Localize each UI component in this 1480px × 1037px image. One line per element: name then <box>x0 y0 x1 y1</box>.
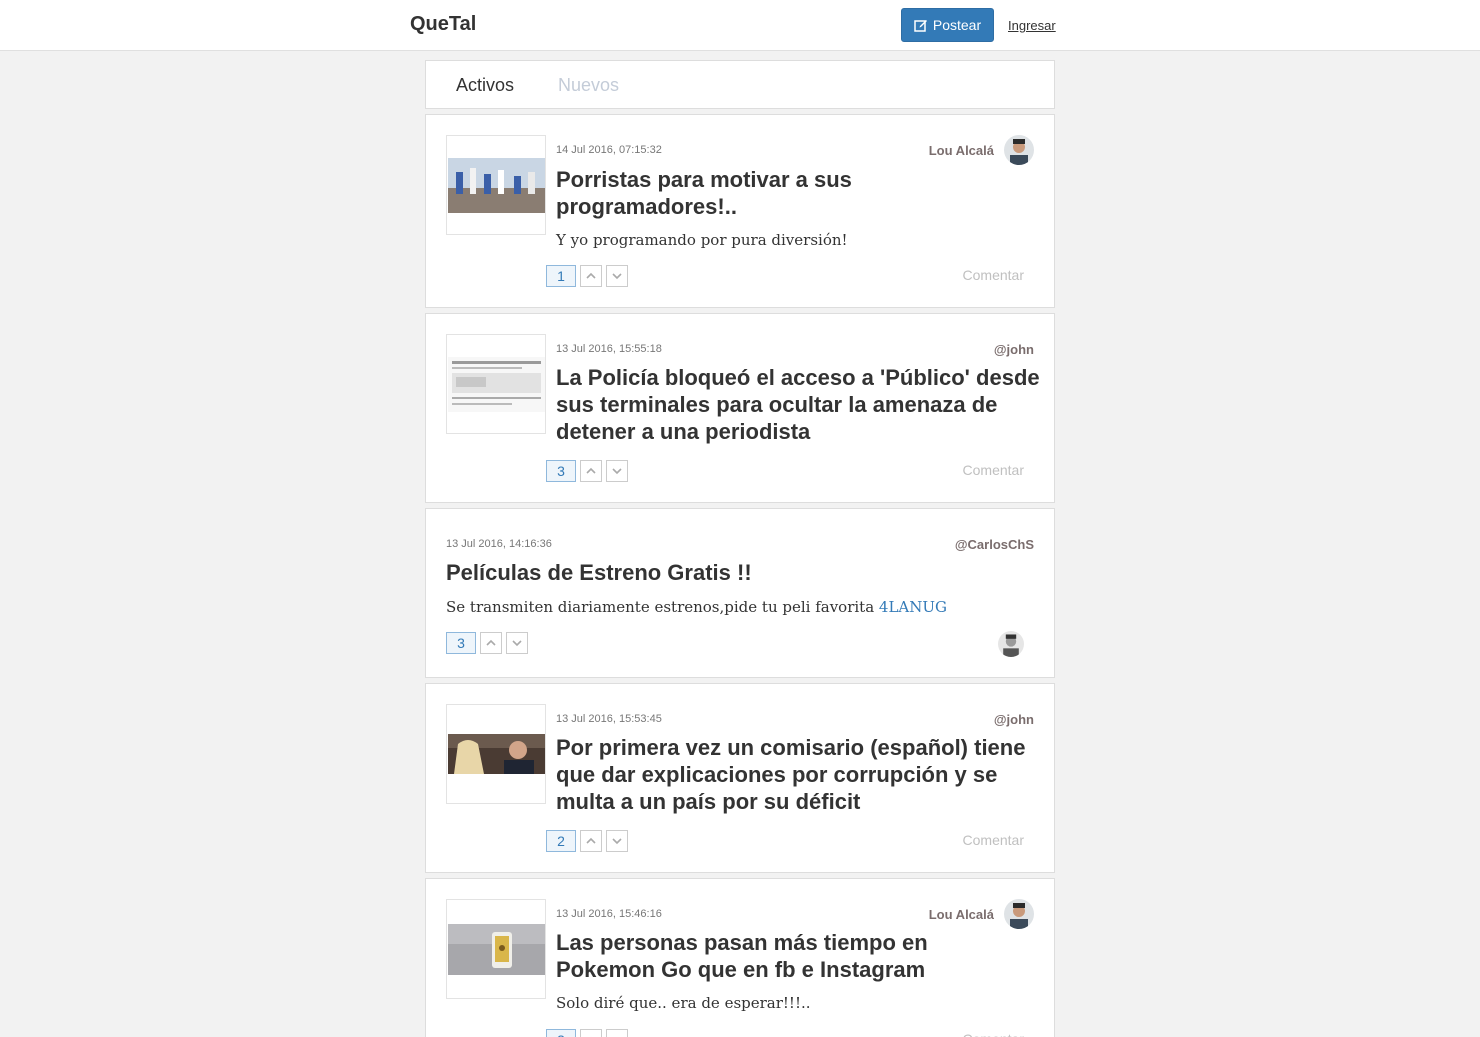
post-button-label: Postear <box>932 17 982 33</box>
post-card: 14 Jul 2016, 07:15:32 Lou Alcalá Porrist… <box>425 114 1055 308</box>
vote-controls: 2 <box>546 830 628 852</box>
post-thumbnail[interactable] <box>446 704 546 804</box>
downvote-button[interactable] <box>606 830 628 852</box>
post-title[interactable]: Películas de Estreno Gratis !! <box>446 559 1006 586</box>
post-author[interactable]: @john <box>994 712 1034 727</box>
upvote-button[interactable] <box>480 632 502 654</box>
post-title[interactable]: Por primera vez un comisario (español) t… <box>556 734 1041 815</box>
chevron-down-icon <box>612 468 622 475</box>
post-thumbnail[interactable] <box>446 899 546 999</box>
post-thumbnail[interactable] <box>446 334 546 434</box>
score-badge: 1 <box>546 265 576 287</box>
chevron-down-icon <box>612 273 622 280</box>
post-card: 13 Jul 2016, 15:55:18 @john La Policía b… <box>425 313 1055 503</box>
tab-nuevos[interactable]: Nuevos <box>558 75 619 96</box>
chevron-down-icon <box>612 838 622 845</box>
comment-link[interactable]: Comentar <box>963 267 1024 283</box>
login-link[interactable]: Ingresar <box>1008 18 1056 33</box>
post-thumbnail[interactable] <box>446 135 546 235</box>
downvote-button[interactable] <box>506 632 528 654</box>
comment-link[interactable]: Comentar <box>963 832 1024 848</box>
chevron-up-icon <box>586 467 596 474</box>
downvote-button[interactable] <box>606 265 628 287</box>
upvote-button[interactable] <box>580 830 602 852</box>
chevron-up-icon <box>586 272 596 279</box>
post-title[interactable]: Las personas pasan más tiempo en Pokemon… <box>556 929 956 983</box>
avatar[interactable] <box>1004 899 1034 929</box>
upvote-button[interactable] <box>580 265 602 287</box>
score-badge: 3 <box>446 632 476 654</box>
post-button[interactable]: Postear <box>901 8 994 42</box>
post-title[interactable]: La Policía bloqueó el acceso a 'Público'… <box>556 364 1041 445</box>
score-badge: 3 <box>546 460 576 482</box>
post-title[interactable]: Porristas para motivar a sus programador… <box>556 166 856 220</box>
edit-icon <box>914 20 927 32</box>
score-badge: 2 <box>546 830 576 852</box>
post-author[interactable]: Lou Alcalá <box>929 907 994 922</box>
post-date: 13 Jul 2016, 15:46:16 <box>556 908 662 920</box>
post-date: 13 Jul 2016, 15:53:45 <box>556 713 662 725</box>
post-body: Solo diré que.. era de esperar!!!.. <box>556 994 811 1012</box>
upvote-button[interactable] <box>580 1029 602 1037</box>
post-card: 13 Jul 2016, 15:53:45 @john Por primera … <box>425 683 1055 873</box>
post-card: 13 Jul 2016, 14:16:36 @CarlosChS Películ… <box>425 508 1055 678</box>
avatar[interactable] <box>1004 135 1034 165</box>
vote-controls: 3 <box>546 1029 628 1037</box>
chevron-up-icon <box>486 639 496 646</box>
avatar[interactable] <box>998 631 1024 657</box>
post-author[interactable]: @CarlosChS <box>955 537 1034 552</box>
post-date: 13 Jul 2016, 14:16:36 <box>446 538 552 550</box>
vote-controls: 3 <box>546 460 628 482</box>
vote-controls: 1 <box>546 265 628 287</box>
top-navbar: QueTal Postear Ingresar <box>0 0 1480 51</box>
downvote-button[interactable] <box>606 460 628 482</box>
post-card: 13 Jul 2016, 15:46:16 Lou Alcalá Las per… <box>425 878 1055 1037</box>
tab-activos[interactable]: Activos <box>456 75 514 96</box>
score-badge: 3 <box>546 1029 576 1037</box>
post-body: Se transmiten diariamente estrenos,pide … <box>446 598 947 616</box>
vote-controls: 3 <box>446 632 528 654</box>
downvote-button[interactable] <box>606 1029 628 1037</box>
chevron-down-icon <box>512 640 522 647</box>
post-body-link[interactable]: 4LANUG <box>879 598 947 616</box>
post-body-text: Se transmiten diariamente estrenos,pide … <box>446 598 879 616</box>
post-date: 13 Jul 2016, 15:55:18 <box>556 343 662 355</box>
post-author[interactable]: Lou Alcalá <box>929 143 994 158</box>
feed-tabs: Activos Nuevos <box>425 60 1055 109</box>
comment-link[interactable]: Comentar <box>963 462 1024 478</box>
post-body: Y yo programando por pura diversión! <box>556 231 848 249</box>
brand-logo[interactable]: QueTal <box>410 13 476 36</box>
upvote-button[interactable] <box>580 460 602 482</box>
post-author[interactable]: @john <box>994 342 1034 357</box>
post-date: 14 Jul 2016, 07:15:32 <box>556 144 662 156</box>
comment-link[interactable]: Comentar <box>963 1031 1024 1037</box>
chevron-up-icon <box>586 837 596 844</box>
